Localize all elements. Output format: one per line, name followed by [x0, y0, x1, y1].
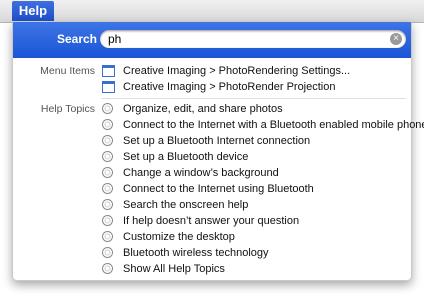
help-topic-result[interactable]: Set up a Bluetooth device	[101, 149, 406, 165]
show-all-help-topics[interactable]: Show All Help Topics	[101, 261, 406, 277]
help-topic-label: Connect to the Internet using Bluetooth	[123, 183, 314, 195]
help-lifebuoy-icon	[102, 183, 113, 194]
help-lifebuoy-icon	[102, 199, 113, 210]
help-topic-label: Set up a Bluetooth device	[123, 151, 249, 163]
menu-bar: Help	[0, 0, 424, 23]
help-topic-label: Search the onscreen help	[123, 199, 249, 211]
help-lifebuoy-icon	[102, 119, 113, 130]
help-topic-label: Change a window’s background	[123, 167, 279, 179]
help-topic-result[interactable]: If help doesn’t answer your question	[101, 213, 406, 229]
help-topic-result[interactable]: Connect to the Internet using Bluetooth	[101, 181, 406, 197]
help-topic-result[interactable]: Set up a Bluetooth Internet connection	[101, 133, 406, 149]
help-menu[interactable]: Help	[12, 1, 54, 21]
help-topic-label: If help doesn’t answer your question	[123, 215, 300, 227]
window-icon	[102, 65, 115, 77]
help-topic-label: Customize the desktop	[123, 231, 235, 243]
help-topic-result[interactable]: Organize, edit, and share photos	[101, 101, 406, 117]
help-lifebuoy-icon	[102, 231, 113, 242]
show-all-help-topics-label: Show All Help Topics	[123, 263, 225, 275]
help-topic-result[interactable]: Connect to the Internet with a Bluetooth…	[101, 117, 424, 133]
section-divider	[101, 98, 406, 99]
window-icon	[102, 81, 115, 93]
menu-item-result[interactable]: Creative Imaging > PhotoRender Projectio…	[101, 79, 406, 95]
help-lifebuoy-icon	[102, 167, 113, 178]
menu-item-result[interactable]: Creative Imaging > PhotoRendering Settin…	[101, 63, 406, 79]
search-input[interactable]	[108, 31, 383, 47]
help-topic-label: Bluetooth wireless technology	[123, 247, 269, 259]
search-label: Search	[56, 32, 97, 46]
menu-items-label: Menu Items	[40, 65, 95, 77]
help-topic-result[interactable]: Bluetooth wireless technology	[101, 245, 406, 261]
help-lifebuoy-icon	[102, 103, 113, 114]
help-topic-result[interactable]: Change a window’s background	[101, 165, 406, 181]
help-lifebuoy-icon	[102, 263, 113, 274]
clear-search-icon[interactable]: ×	[390, 33, 402, 45]
help-topic-label: Organize, edit, and share photos	[123, 103, 283, 115]
help-topic-label: Set up a Bluetooth Internet connection	[123, 135, 311, 147]
search-field[interactable]: ×	[100, 30, 406, 48]
help-topics-label: Help Topics	[40, 103, 95, 115]
help-search-panel: Search × Menu Items Creative Imaging > P…	[12, 22, 424, 281]
help-lifebuoy-icon	[102, 215, 113, 226]
search-row: Search ×	[13, 22, 411, 58]
menu-item-result-label: Creative Imaging > PhotoRendering Settin…	[123, 65, 351, 77]
help-topic-label: Connect to the Internet with a Bluetooth…	[123, 119, 424, 131]
help-lifebuoy-icon	[102, 247, 113, 258]
help-lifebuoy-icon	[102, 135, 113, 146]
help-topic-result[interactable]: Search the onscreen help	[101, 197, 406, 213]
help-lifebuoy-icon	[102, 151, 113, 162]
menu-item-result-label: Creative Imaging > PhotoRender Projectio…	[123, 81, 336, 93]
help-topic-result[interactable]: Customize the desktop	[101, 229, 406, 245]
